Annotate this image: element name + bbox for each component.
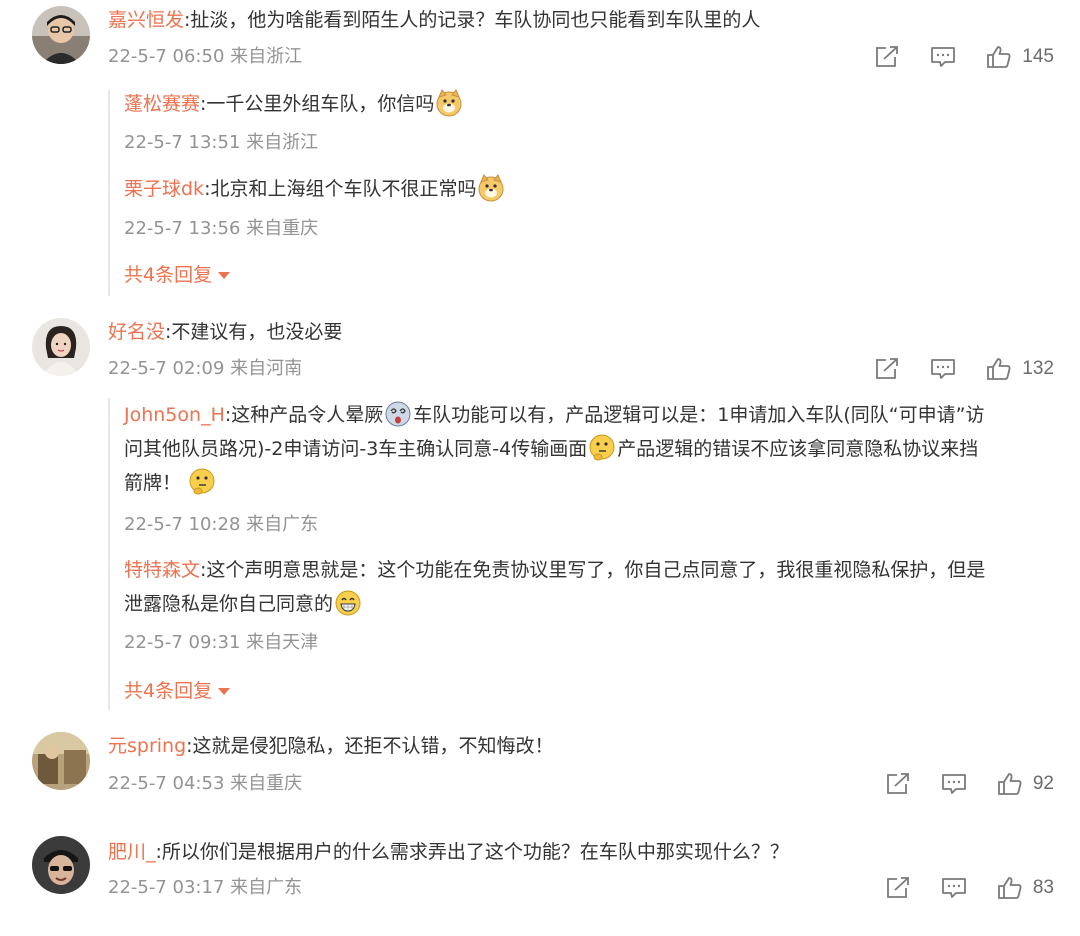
like-button[interactable]: 132 [986,357,1054,381]
comment-button[interactable] [930,45,956,69]
username[interactable]: 特特森文 [124,559,200,581]
reply-list: 蓬松赛赛:一千公里外组车队，你信吗 22-5-7 13:51 来自浙江 栗子球d… [108,87,1062,296]
reply-item: 特特森文:这个声明意思就是：这个功能在免责协议里写了，你自己点同意了，我很重视隐… [124,553,1054,621]
username[interactable]: 栗子球dk [124,178,204,200]
like-icon [986,45,1012,69]
like-count: 92 [1032,773,1054,794]
avatar[interactable] [32,6,90,64]
share-button[interactable] [885,772,911,796]
comment-text: :扯淡，他为啥能看到陌生人的记录？车队协同也只能看到车队里的人 [184,9,761,31]
share-icon [874,357,900,381]
share-button[interactable] [885,876,911,900]
comment-icon [930,45,956,69]
username[interactable]: 肥川_ [108,841,156,863]
reply-text: 问其他队员路况)-2申请访问-3车主确认同意-4传输画面 [124,438,588,460]
comment-body: 肥川_:所以你们是根据用户的什么需求弄出了这个功能？在车队中那实现什么？？ [108,838,789,866]
share-icon [874,45,900,69]
username[interactable]: 嘉兴恒发 [108,9,184,31]
like-button[interactable]: 83 [997,876,1054,900]
username[interactable]: 元spring [108,735,186,757]
comment-icon [941,772,967,796]
comment-actions: 83 [855,873,1054,903]
username[interactable]: 好名没 [108,321,165,343]
comment-button[interactable] [941,876,967,900]
comment-text: :不建议有，也没必要 [165,321,343,343]
thinking-icon [588,434,616,462]
doge-icon [477,174,505,202]
comment-actions: 132 [844,354,1054,384]
like-icon [997,772,1023,796]
reply-text: 产品逻辑的错误不应该拿同意隐私协议来挡 [617,438,979,460]
expand-replies-label: 共4条回复 [124,680,213,702]
like-button[interactable]: 92 [997,772,1054,796]
caret-down-icon [218,272,231,279]
share-icon [885,772,911,796]
expand-replies-link[interactable]: 共4条回复 [124,676,231,703]
comment-body: 元spring:这就是侵犯隐私，还拒不认错，不知悔改！ [108,732,554,760]
like-button[interactable]: 145 [986,45,1054,69]
comment-actions: 145 [844,42,1054,72]
reply-text: 车队功能可以有，产品逻辑可以是：1申请加入车队(同队“可申请”访 [413,404,985,426]
avatar[interactable] [32,732,90,790]
reply-meta: 22-5-7 10:28 来自广东 [124,514,319,535]
reply-meta: 22-5-7 13:51 来自浙江 [124,132,319,153]
reply-text: :这种产品令人晕厥 [224,404,384,426]
like-icon [997,876,1023,900]
reply-text: :北京和上海组个车队不很正常吗 [204,178,477,200]
comment-actions: 92 [855,769,1054,799]
reply-meta: 22-5-7 09:31 来自天津 [124,632,319,653]
comment-icon [941,876,967,900]
comment-button[interactable] [941,772,967,796]
reply-item: 栗子球dk:北京和上海组个车队不很正常吗 [124,172,1054,206]
comment-body: 嘉兴恒发:扯淡，他为啥能看到陌生人的记录？车队协同也只能看到车队里的人 [108,6,760,34]
reply-text: 泄露隐私是你自己同意的 [124,593,334,615]
reply-item: 蓬松赛赛:一千公里外组车队，你信吗 [124,87,1054,121]
share-button[interactable] [874,357,900,381]
like-count: 132 [1022,358,1054,379]
avatar[interactable] [32,318,90,376]
comment-meta: 22-5-7 03:17 来自广东 [108,877,303,898]
comment-body: 好名没:不建议有，也没必要 [108,318,342,346]
expand-replies-label: 共4条回复 [124,264,213,286]
doge-icon [435,89,463,117]
like-count: 145 [1022,46,1054,67]
avatar[interactable] [32,836,90,894]
share-icon [885,876,911,900]
comment-text: :所以你们是根据用户的什么需求弄出了这个功能？在车队中那实现什么？？ [155,841,789,863]
comment-text: :这就是侵犯隐私，还拒不认错，不知悔改！ [186,735,554,757]
username[interactable]: John5on_H [124,404,225,426]
expand-replies-link[interactable]: 共4条回复 [124,260,231,287]
comment-icon [930,357,956,381]
caret-down-icon [218,688,231,695]
reply-item: John5on_H:这种产品令人晕厥 车队功能可以有，产品逻辑可以是：1申请加入车… [124,398,1054,500]
reply-text: :一千公里外组车队，你信吗 [200,93,435,115]
comment-meta: 22-5-7 04:53 来自重庆 [108,773,303,794]
reply-meta: 22-5-7 13:56 来自重庆 [124,218,319,239]
share-button[interactable] [874,45,900,69]
comment-meta: 22-5-7 06:50 来自浙江 [108,46,303,67]
thinking-icon [188,468,216,496]
reply-list: John5on_H:这种产品令人晕厥 车队功能可以有，产品逻辑可以是：1申请加入车… [108,398,1062,710]
dizzy-icon [384,400,412,428]
like-icon [986,357,1012,381]
comment-button[interactable] [930,357,956,381]
comment-meta: 22-5-7 02:09 来自河南 [108,358,303,379]
username[interactable]: 蓬松赛赛 [124,93,200,115]
reply-text: :这个声明意思就是：这个功能在免责协议里写了，你自己点同意了，我很重视隐私保护，… [200,559,986,581]
like-count: 83 [1032,877,1054,898]
grin-icon [334,589,362,617]
reply-text: 箭牌！ [124,472,182,494]
